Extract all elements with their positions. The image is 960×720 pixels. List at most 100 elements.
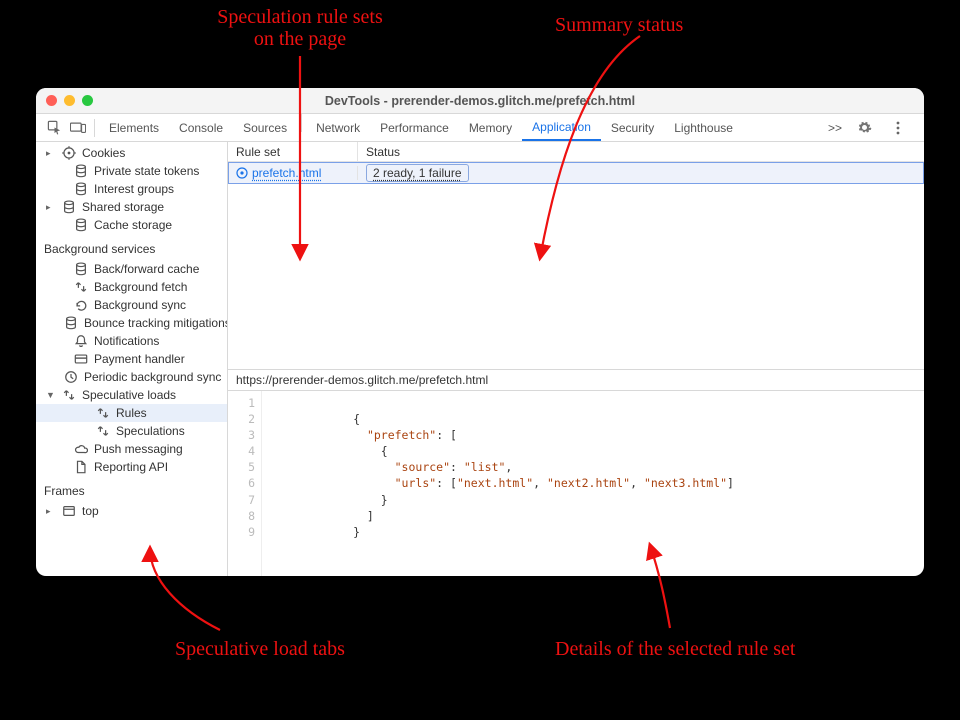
col-rule-set[interactable]: Rule set — [228, 142, 358, 161]
sidebar-item-cookies[interactable]: ▸ Cookies — [36, 144, 227, 162]
table-row[interactable]: prefetch.html 2 ready, 1 failure — [228, 162, 924, 184]
device-icon[interactable] — [70, 120, 86, 136]
sidebar-item-label: Background sync — [94, 298, 186, 312]
inspect-icon[interactable] — [46, 120, 62, 136]
sidebar-header-background: Background services — [36, 234, 227, 260]
sidebar-item-label: top — [82, 504, 99, 518]
sidebar-item-periodic-background-sync[interactable]: Periodic background sync — [36, 368, 227, 386]
sidebar-item-label: Background fetch — [94, 280, 187, 294]
bell-icon — [74, 334, 88, 348]
frame-icon — [62, 504, 76, 518]
devtools-tabbar: ElementsConsoleSources NetworkPerformance… — [36, 114, 924, 142]
close-icon[interactable] — [46, 95, 57, 106]
sidebar-item-label: Rules — [116, 406, 147, 420]
sidebar-item-notifications[interactable]: Notifications — [36, 332, 227, 350]
db-icon — [62, 200, 76, 214]
table-empty-area — [228, 184, 924, 369]
db-icon — [74, 164, 88, 178]
sidebar-item-label: Speculations — [116, 424, 185, 438]
ud-icon — [74, 280, 88, 294]
sidebar-item-label: Bounce tracking mitigations — [84, 316, 228, 330]
sidebar-item-top[interactable]: ▸ top — [36, 502, 227, 520]
code-text[interactable]: { "prefetch": [ { "source": "list", "url… — [262, 391, 924, 576]
tab-lighthouse[interactable]: Lighthouse — [664, 114, 743, 141]
separator — [94, 119, 95, 137]
tab-elements[interactable]: Elements — [99, 114, 169, 141]
sidebar-header-frames: Frames — [36, 476, 227, 502]
sidebar-item-label: Push messaging — [94, 442, 183, 456]
sidebar-item-label: Reporting API — [94, 460, 168, 474]
separator — [301, 114, 302, 132]
doc-icon — [74, 460, 88, 474]
db-icon — [74, 218, 88, 232]
disclosure-triangle-icon[interactable]: ▸ — [46, 202, 56, 213]
code-view: 1 2 3 4 5 6 7 8 9 { "prefetch": [ { "sou… — [228, 391, 924, 576]
line-gutter: 1 2 3 4 5 6 7 8 9 — [228, 391, 262, 576]
ud-icon — [96, 406, 110, 420]
sidebar-item-shared-storage[interactable]: ▸ Shared storage — [36, 198, 227, 216]
gear-icon[interactable] — [856, 120, 872, 136]
sync-icon — [74, 298, 88, 312]
sidebar-item-background-fetch[interactable]: Background fetch — [36, 278, 227, 296]
sidebar-item-speculations[interactable]: Speculations — [36, 422, 227, 440]
sidebar-item-background-sync[interactable]: Background sync — [36, 296, 227, 314]
sidebar-item-reporting-api[interactable]: Reporting API — [36, 458, 227, 476]
annotation-summary: Summary status — [555, 14, 683, 36]
tab-performance[interactable]: Performance — [370, 114, 459, 141]
sidebar-item-label: Periodic background sync — [84, 370, 221, 384]
tab-console[interactable]: Console — [169, 114, 233, 141]
tab-sources[interactable]: Sources — [233, 114, 297, 141]
annotation-tabs: Speculative load tabs — [175, 638, 345, 660]
sidebar-item-label: Payment handler — [94, 352, 185, 366]
minimize-icon[interactable] — [64, 95, 75, 106]
ud-icon — [62, 388, 76, 402]
disclosure-triangle-icon[interactable]: ▸ — [46, 506, 56, 517]
tab-security[interactable]: Security — [601, 114, 664, 141]
sidebar-item-bounce-tracking-mitigations[interactable]: Bounce tracking mitigations — [36, 314, 227, 332]
sidebar-item-label: Back/forward cache — [94, 262, 199, 276]
db-icon — [74, 262, 88, 276]
detail-url: https://prerender-demos.glitch.me/prefet… — [228, 369, 924, 391]
sidebar-item-label: Cache storage — [94, 218, 172, 232]
tab-memory[interactable]: Memory — [459, 114, 522, 141]
table-header: Rule set Status — [228, 142, 924, 162]
status-pill[interactable]: 2 ready, 1 failure — [366, 164, 469, 182]
rule-link[interactable]: prefetch.html — [252, 166, 321, 180]
clock-icon — [64, 370, 78, 384]
disclosure-triangle-icon[interactable]: ▼ — [46, 390, 56, 400]
status-cell[interactable]: 2 ready, 1 failure — [358, 166, 924, 180]
kebab-icon[interactable] — [890, 120, 906, 136]
sidebar-item-back-forward-cache[interactable]: Back/forward cache — [36, 260, 227, 278]
ud-icon — [96, 424, 110, 438]
tab-network[interactable]: Network — [306, 114, 370, 141]
target-icon — [236, 167, 248, 179]
sidebar-item-label: Speculative loads — [82, 388, 176, 402]
target-icon — [62, 146, 76, 160]
devtools-window: DevTools - prerender-demos.glitch.me/pre… — [36, 88, 924, 576]
sidebar-item-payment-handler[interactable]: Payment handler — [36, 350, 227, 368]
sidebar-item-interest-groups[interactable]: Interest groups — [36, 180, 227, 198]
annotation-details: Details of the selected rule set — [555, 638, 795, 660]
sidebar-item-rules[interactable]: Rules — [36, 404, 227, 422]
sidebar-item-label: Cookies — [82, 146, 125, 160]
sidebar-item-cache-storage[interactable]: Cache storage — [36, 216, 227, 234]
sidebar-item-label: Shared storage — [82, 200, 164, 214]
annotation-rulesets: Speculation rule setson the page — [170, 6, 430, 50]
tab-more[interactable]: >> — [818, 114, 852, 141]
sidebar-item-label: Private state tokens — [94, 164, 199, 178]
zoom-icon[interactable] — [82, 95, 93, 106]
sidebar: ▸ Cookies Private state tokens Interest gro… — [36, 142, 228, 576]
traffic-lights — [46, 95, 93, 106]
sidebar-item-push-messaging[interactable]: Push messaging — [36, 440, 227, 458]
sidebar-item-speculative-loads[interactable]: ▼ Speculative loads — [36, 386, 227, 404]
col-status[interactable]: Status — [358, 142, 924, 161]
disclosure-triangle-icon[interactable]: ▸ — [46, 148, 56, 159]
tab-application[interactable]: Application — [522, 114, 601, 141]
titlebar: DevTools - prerender-demos.glitch.me/pre… — [36, 88, 924, 114]
sidebar-item-label: Notifications — [94, 334, 159, 348]
sidebar-item-private-state-tokens[interactable]: Private state tokens — [36, 162, 227, 180]
cloud-icon — [74, 442, 88, 456]
rule-cell[interactable]: prefetch.html — [228, 166, 358, 180]
db-icon — [64, 316, 78, 330]
card-icon — [74, 352, 88, 366]
